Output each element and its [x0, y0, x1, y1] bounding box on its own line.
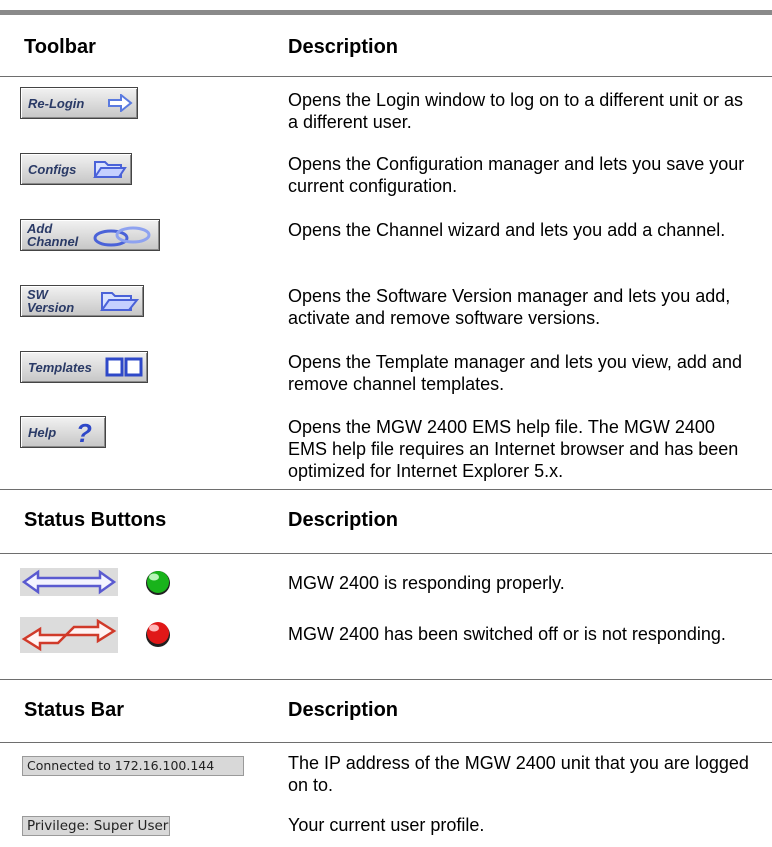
double-box-icon — [105, 357, 143, 377]
toolbar-header: Toolbar Description — [0, 17, 772, 73]
toolbar-header-rule — [0, 76, 772, 77]
toolbar-header-right: Description — [288, 36, 399, 58]
chain-link-icon — [93, 226, 151, 247]
add-channel-button[interactable]: Add Channel — [20, 219, 160, 251]
configs-button-label: Configs — [28, 162, 77, 177]
help-desc: Opens the MGW 2400 EMS help file. The MG… — [288, 417, 739, 481]
relogin-button[interactable]: Re-Login — [20, 87, 138, 119]
add-channel-desc: Opens the Channel wizard and lets you ad… — [288, 220, 726, 240]
green-status-led-icon — [146, 571, 170, 595]
top-rule — [0, 10, 772, 15]
status-buttons-header: Status Buttons Description — [0, 490, 772, 546]
configs-button[interactable]: Configs — [20, 153, 132, 185]
sw-version-button-label: SW Version — [27, 287, 75, 315]
add-channel-button-label: Add Channel — [27, 221, 79, 249]
status-bar-header-left: Status Bar — [24, 699, 125, 721]
open-folder-icon — [100, 292, 139, 311]
status-off-desc: MGW 2400 has been switched off or is not… — [288, 624, 726, 644]
arrow-right-icon — [108, 94, 133, 112]
status-bar-header: Status Bar Description — [0, 680, 772, 736]
help-button[interactable]: Help ? — [20, 416, 106, 448]
connection-status-field: Connected to 172.16.100.144 — [22, 756, 244, 776]
status-buttons-header-rule — [0, 553, 772, 554]
status-buttons-header-left: Status Buttons — [24, 509, 167, 531]
status-bar-header-rule — [0, 742, 772, 743]
templates-button[interactable]: Templates — [20, 351, 148, 383]
toolbar-header-left: Toolbar — [24, 36, 96, 58]
sw-version-desc: Opens the Software Version manager and l… — [288, 286, 731, 328]
connection-desc: The IP address of the MGW 2400 unit that… — [288, 753, 749, 795]
sw-version-button[interactable]: SW Version — [20, 285, 144, 317]
status-ok-desc: MGW 2400 is responding properly. — [288, 573, 565, 593]
broken-arrow-icon — [20, 617, 118, 653]
privilege-desc: Your current user profile. — [288, 815, 485, 835]
help-button-label: Help — [28, 425, 57, 440]
question-mark-icon: ? — [76, 420, 92, 446]
configs-desc: Opens the Configuration manager and lets… — [288, 154, 745, 196]
relogin-desc: Opens the Login window to log on to a di… — [288, 90, 743, 132]
templates-desc: Opens the Template manager and lets you … — [288, 352, 742, 394]
status-buttons-header-right: Description — [288, 509, 399, 531]
svg-text:?: ? — [76, 420, 92, 446]
relogin-button-label: Re-Login — [28, 96, 85, 111]
privilege-status-field: Privilege: Super User — [22, 816, 170, 836]
red-status-led-icon — [146, 622, 170, 647]
templates-button-label: Templates — [28, 360, 92, 375]
folder-icon — [93, 161, 127, 178]
double-arrow-icon — [20, 568, 118, 596]
status-bar-header-right: Description — [288, 699, 399, 721]
